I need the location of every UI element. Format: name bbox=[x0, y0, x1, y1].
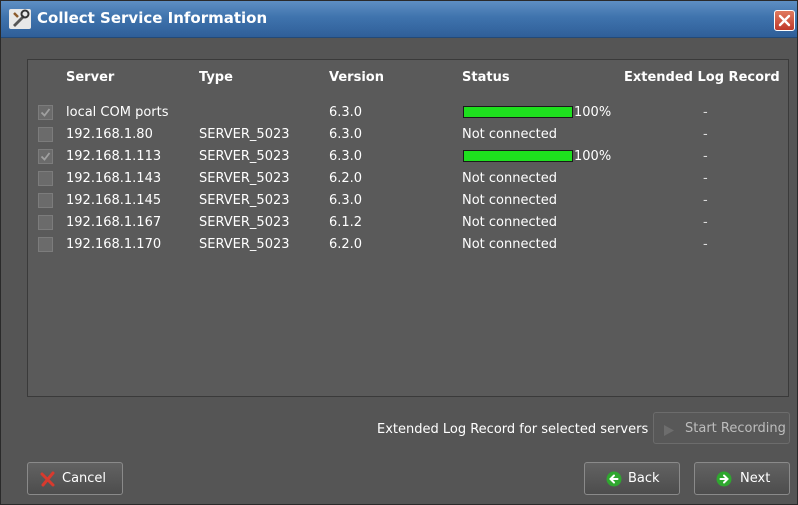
start-recording-button[interactable]: Start Recording bbox=[653, 412, 790, 444]
server-cell: 192.168.1.145 bbox=[66, 193, 162, 208]
back-button[interactable]: Back bbox=[584, 462, 680, 495]
server-cell: 192.168.1.143 bbox=[66, 171, 162, 186]
status-cell: Not connected bbox=[462, 171, 557, 186]
progress-fill bbox=[464, 107, 572, 117]
extended-log-label: Extended Log Record for selected servers bbox=[377, 422, 649, 437]
server-cell: 192.168.1.80 bbox=[66, 127, 153, 142]
dialog-window: Collect Service Information Server Type … bbox=[0, 0, 798, 505]
row-checkbox[interactable] bbox=[38, 149, 53, 164]
extended-log-cell: - bbox=[703, 105, 708, 120]
status-cell: Not connected bbox=[462, 215, 557, 230]
version-cell: 6.3.0 bbox=[329, 105, 363, 120]
checkmark-icon bbox=[40, 152, 51, 161]
cancel-button[interactable]: Cancel bbox=[27, 462, 123, 495]
table-row[interactable]: 192.168.1.145 SERVER_5023 6.3.0 Not connect… bbox=[28, 191, 788, 212]
extended-log-cell: - bbox=[703, 215, 708, 230]
progress-label: 100% bbox=[574, 149, 612, 164]
status-cell: Not connected bbox=[462, 127, 557, 142]
table-row[interactable]: 192.168.1.143 SERVER_5023 6.2.0 Not connect… bbox=[28, 169, 788, 190]
table-row[interactable]: 192.168.1.80 SERVER_5023 6.3.0 Not connecte… bbox=[28, 125, 788, 146]
table-row[interactable]: local COM ports 6.3.0 100% - bbox=[28, 103, 788, 124]
close-button[interactable] bbox=[774, 10, 795, 31]
progress-bar bbox=[463, 106, 573, 118]
version-cell: 6.2.0 bbox=[329, 237, 363, 252]
table-row[interactable]: 192.168.1.113 SERVER_5023 6.3.0 100% - bbox=[28, 147, 788, 168]
next-label: Next bbox=[740, 471, 771, 486]
extended-log-cell: - bbox=[703, 193, 708, 208]
green-left-arrow-icon bbox=[606, 471, 622, 491]
type-cell: SERVER_5023 bbox=[199, 171, 290, 186]
type-cell: SERVER_5023 bbox=[199, 127, 290, 142]
column-header-version[interactable]: Version bbox=[329, 70, 384, 85]
close-icon bbox=[778, 14, 791, 27]
server-cell: 192.168.1.113 bbox=[66, 149, 162, 164]
tools-icon bbox=[9, 9, 31, 29]
extended-log-cell: - bbox=[703, 237, 708, 252]
green-right-arrow-icon bbox=[716, 471, 732, 491]
type-cell: SERVER_5023 bbox=[199, 149, 290, 164]
server-cell: 192.168.1.167 bbox=[66, 215, 162, 230]
version-cell: 6.2.0 bbox=[329, 171, 363, 186]
checkmark-icon bbox=[40, 108, 51, 117]
row-checkbox[interactable] bbox=[38, 105, 53, 120]
type-cell: SERVER_5023 bbox=[199, 237, 290, 252]
extended-log-cell: - bbox=[703, 127, 708, 142]
server-cell: local COM ports bbox=[66, 105, 169, 120]
column-header-type[interactable]: Type bbox=[199, 70, 233, 85]
status-cell: Not connected bbox=[462, 193, 557, 208]
extended-log-cell: - bbox=[703, 171, 708, 186]
row-checkbox[interactable] bbox=[38, 127, 53, 142]
row-checkbox[interactable] bbox=[38, 193, 53, 208]
column-header-server[interactable]: Server bbox=[66, 70, 114, 85]
server-list[interactable]: Server Type Version Status Extended Log … bbox=[27, 59, 789, 397]
progress-label: 100% bbox=[574, 105, 612, 120]
play-icon bbox=[663, 422, 675, 441]
start-recording-label: Start Recording bbox=[685, 421, 786, 436]
row-checkbox[interactable] bbox=[38, 215, 53, 230]
column-header-extended-log[interactable]: Extended Log Record bbox=[624, 70, 780, 85]
cancel-label: Cancel bbox=[62, 471, 107, 486]
version-cell: 6.1.2 bbox=[329, 215, 363, 230]
red-x-icon bbox=[40, 471, 56, 491]
version-cell: 6.3.0 bbox=[329, 149, 363, 164]
table-row[interactable]: 192.168.1.170 SERVER_5023 6.2.0 Not connect… bbox=[28, 235, 788, 256]
version-cell: 6.3.0 bbox=[329, 193, 363, 208]
progress-bar bbox=[463, 150, 573, 162]
column-header-status[interactable]: Status bbox=[462, 70, 510, 85]
extended-log-cell: - bbox=[703, 149, 708, 164]
row-checkbox[interactable] bbox=[38, 171, 53, 186]
status-cell: Not connected bbox=[462, 237, 557, 252]
back-label: Back bbox=[628, 471, 660, 486]
version-cell: 6.3.0 bbox=[329, 127, 363, 142]
title-bar: Collect Service Information bbox=[1, 1, 797, 38]
window-title: Collect Service Information bbox=[37, 9, 268, 27]
row-checkbox[interactable] bbox=[38, 237, 53, 252]
next-button[interactable]: Next bbox=[694, 462, 790, 495]
table-row[interactable]: 192.168.1.167 SERVER_5023 6.1.2 Not connect… bbox=[28, 213, 788, 234]
type-cell: SERVER_5023 bbox=[199, 193, 290, 208]
progress-fill bbox=[464, 151, 572, 161]
type-cell: SERVER_5023 bbox=[199, 215, 290, 230]
server-cell: 192.168.1.170 bbox=[66, 237, 162, 252]
